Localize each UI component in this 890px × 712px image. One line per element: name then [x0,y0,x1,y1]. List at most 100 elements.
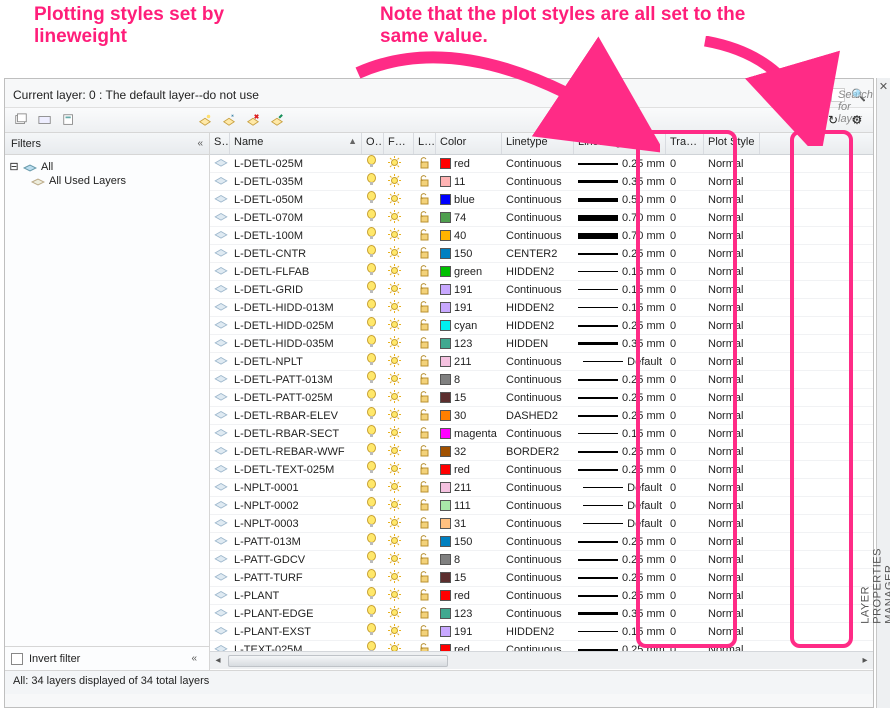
col-lineweight[interactable]: Lineweight [574,133,666,154]
set-current-button[interactable] [267,111,287,129]
cell-plot[interactable]: Normal [704,392,760,404]
cell-lineweight[interactable]: 0.25 mm [574,374,666,386]
cell-plot[interactable]: Normal [704,194,760,206]
lock-icon[interactable] [414,516,436,532]
col-color[interactable]: Color [436,133,502,154]
cell-trans[interactable]: 0 [666,374,704,386]
on-icon[interactable] [362,461,384,478]
table-row[interactable]: L-NPLT-0002111ContinuousDefault0Normal [210,497,873,515]
cell-color[interactable]: 8 [436,374,502,386]
horizontal-scrollbar[interactable]: ◂ ▸ [210,651,873,669]
cell-color[interactable]: 123 [436,608,502,620]
cell-linetype[interactable]: Continuous [502,518,574,530]
cell-linetype[interactable]: Continuous [502,230,574,242]
on-icon[interactable] [362,551,384,568]
cell-trans[interactable]: 0 [666,248,704,260]
cell-linetype[interactable]: Continuous [502,608,574,620]
cell-trans[interactable]: 0 [666,194,704,206]
cell-lineweight[interactable]: 0.70 mm [574,212,666,224]
cell-lineweight[interactable]: 0.25 mm [574,392,666,404]
freeze-icon[interactable] [384,372,414,388]
cell-color[interactable]: magenta [436,428,502,440]
cell-lineweight[interactable]: 0.15 mm [574,626,666,638]
collapse-filters-icon-2[interactable]: « [191,653,203,664]
cell-lineweight[interactable]: 0.25 mm [574,590,666,602]
lock-icon[interactable] [414,300,436,316]
cell-lineweight[interactable]: Default [574,500,666,512]
cell-trans[interactable]: 0 [666,446,704,458]
cell-linetype[interactable]: DASHED2 [502,410,574,422]
cell-lineweight[interactable]: 0.35 mm [574,608,666,620]
on-icon[interactable] [362,209,384,226]
scroll-left-icon[interactable]: ◂ [210,655,226,666]
cell-lineweight[interactable]: Default [574,518,666,530]
freeze-icon[interactable] [384,156,414,172]
freeze-icon[interactable] [384,516,414,532]
search-input[interactable]: Search for layer [831,88,845,102]
cell-plot[interactable]: Normal [704,230,760,242]
cell-color[interactable]: 11 [436,176,502,188]
cell-plot[interactable]: Normal [704,590,760,602]
cell-trans[interactable]: 0 [666,410,704,422]
cell-trans[interactable]: 0 [666,644,704,652]
cell-linetype[interactable]: HIDDEN2 [502,320,574,332]
lock-icon[interactable] [414,552,436,568]
cell-linetype[interactable]: Continuous [502,158,574,170]
cell-trans[interactable]: 0 [666,554,704,566]
lock-icon[interactable] [414,156,436,172]
cell-linetype[interactable]: Continuous [502,194,574,206]
cell-linetype[interactable]: Continuous [502,212,574,224]
on-icon[interactable] [362,641,384,651]
cell-lineweight[interactable]: 0.35 mm [574,338,666,350]
cell-trans[interactable]: 0 [666,266,704,278]
freeze-icon[interactable] [384,390,414,406]
cell-plot[interactable]: Normal [704,608,760,620]
cell-linetype[interactable]: Continuous [502,176,574,188]
cell-lineweight[interactable]: Default [574,482,666,494]
on-icon[interactable] [362,443,384,460]
lock-icon[interactable] [414,390,436,406]
cell-plot[interactable]: Normal [704,500,760,512]
cell-trans[interactable]: 0 [666,464,704,476]
freeze-icon[interactable] [384,426,414,442]
cell-color[interactable]: 15 [436,572,502,584]
cell-plot[interactable]: Normal [704,266,760,278]
col-freeze[interactable]: Fre... [384,133,414,154]
cell-lineweight[interactable]: 0.25 mm [574,572,666,584]
cell-color[interactable]: 111 [436,500,502,512]
cell-linetype[interactable]: Continuous [502,428,574,440]
cell-trans[interactable]: 0 [666,392,704,404]
lock-icon[interactable] [414,462,436,478]
lock-icon[interactable] [414,210,436,226]
table-row[interactable]: L-DETL-025MredContinuous0.25 mm0Normal [210,155,873,173]
cell-linetype[interactable]: HIDDEN [502,338,574,350]
freeze-icon[interactable] [384,480,414,496]
table-row[interactable]: L-PLANTredContinuous0.25 mm0Normal [210,587,873,605]
new-layer-button[interactable] [195,111,215,129]
on-icon[interactable] [362,587,384,604]
cell-plot[interactable]: Normal [704,482,760,494]
table-row[interactable]: L-DETL-GRID191Continuous0.15 mm0Normal [210,281,873,299]
cell-plot[interactable]: Normal [704,518,760,530]
cell-color[interactable]: 150 [436,248,502,260]
on-icon[interactable] [362,353,384,370]
cell-lineweight[interactable]: 0.25 mm [574,248,666,260]
table-row[interactable]: L-DETL-NPLT211ContinuousDefault0Normal [210,353,873,371]
table-row[interactable]: L-DETL-REBAR-WWF32BORDER20.25 mm0Normal [210,443,873,461]
cell-color[interactable]: blue [436,194,502,206]
cell-lineweight[interactable]: 0.25 mm [574,320,666,332]
cell-linetype[interactable]: Continuous [502,356,574,368]
cell-color[interactable]: green [436,266,502,278]
lock-icon[interactable] [414,318,436,334]
on-icon[interactable] [362,317,384,334]
cell-plot[interactable]: Normal [704,176,760,188]
cell-color[interactable]: 15 [436,392,502,404]
cell-lineweight[interactable]: 0.25 mm [574,410,666,422]
cell-trans[interactable]: 0 [666,212,704,224]
cell-lineweight[interactable]: Default [574,356,666,368]
cell-lineweight[interactable]: 0.15 mm [574,284,666,296]
lock-icon[interactable] [414,174,436,190]
cell-trans[interactable]: 0 [666,338,704,350]
freeze-icon[interactable] [384,588,414,604]
cell-lineweight[interactable]: 0.50 mm [574,194,666,206]
